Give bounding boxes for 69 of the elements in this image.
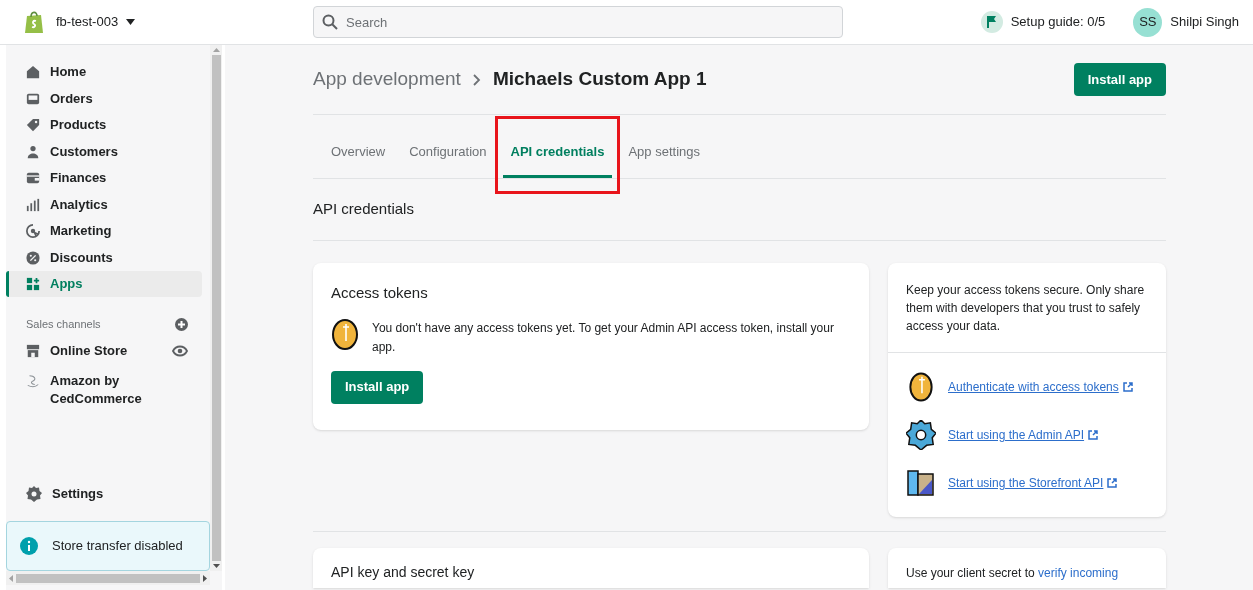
discount-icon	[26, 250, 40, 265]
sidebar-item[interactable]: Online Store	[6, 336, 146, 365]
sidebar-item[interactable]: Products	[6, 112, 202, 138]
add-icon[interactable]	[175, 318, 188, 331]
sidebar-item[interactable]: Settings	[6, 481, 210, 507]
swirl-icon	[26, 373, 40, 388]
search-field[interactable]: Search	[313, 6, 843, 38]
user-avatar[interactable]: SS	[1133, 7, 1163, 37]
card-message: You don't have any access tokens yet. To get your Admin API access token, install your app.	[372, 319, 835, 356]
vertical-scrollbar[interactable]	[210, 45, 222, 571]
store-name: fb-test-003	[56, 13, 119, 32]
tab[interactable]: Overview	[323, 128, 394, 178]
shopping-bag-logo-icon	[24, 10, 44, 34]
info-icon	[20, 537, 38, 555]
sidebar-item[interactable]: Marketing	[6, 218, 202, 244]
sidebar-item[interactable]: Customers	[6, 138, 202, 165]
tag-icon	[26, 118, 40, 132]
sidebar-item[interactable]: Home	[6, 59, 202, 85]
tab[interactable]: Configuration	[401, 128, 495, 178]
wallet-icon	[26, 171, 40, 185]
sidebar-item[interactable]: Apps	[6, 271, 202, 297]
external-link-icon	[1088, 430, 1099, 440]
gear-icon	[26, 486, 42, 502]
blueprint-icon	[907, 468, 935, 498]
flag-icon	[980, 11, 1003, 33]
horizontal-scrollbar[interactable]	[6, 571, 210, 585]
sidebar-item[interactable]: Finances	[6, 165, 202, 191]
sidebar-item[interactable]: Orders	[6, 85, 202, 112]
external-link-icon	[1107, 478, 1118, 488]
external-link[interactable]: Authenticate with access tokens	[948, 378, 1133, 396]
sidebar-item[interactable]: Discounts	[6, 244, 202, 271]
store-switcher[interactable]: fb-test-003	[56, 12, 136, 32]
apps-grid-icon	[26, 277, 40, 291]
inline-link[interactable]: verify incoming	[1038, 566, 1119, 580]
card-title: Access tokens	[331, 283, 429, 303]
scroll-down-arrow-icon[interactable]	[212, 561, 220, 571]
card-title: API key and secret key	[331, 564, 475, 580]
install-app-button[interactable]: Install app	[1073, 63, 1166, 96]
sidebar-item[interactable]: Analytics	[6, 191, 202, 218]
chevron-right-icon	[472, 73, 481, 86]
eye-icon[interactable]	[172, 344, 188, 357]
tab[interactable]: App settings	[620, 128, 708, 178]
bar-chart-icon	[26, 197, 40, 212]
card-text: Use your client secret to verify incoming	[906, 566, 1119, 580]
target-icon	[26, 224, 40, 238]
inbox-icon	[26, 91, 40, 106]
external-link-icon	[1122, 382, 1133, 392]
person-icon	[26, 144, 40, 159]
search-icon	[322, 14, 338, 30]
setup-guide-button[interactable]: Setup guide: 0/5	[980, 11, 1106, 33]
external-link[interactable]: Start using the Admin API	[948, 426, 1099, 444]
caret-down-icon	[126, 19, 136, 25]
section-title: API credentials	[313, 199, 414, 220]
coin-icon	[908, 372, 934, 402]
notice-text: Store transfer disabled	[52, 537, 183, 556]
gear-icon	[906, 420, 936, 450]
scroll-right-arrow-icon[interactable]	[200, 574, 210, 582]
sidebar-item[interactable]: Amazon by CedCommerce	[6, 366, 146, 413]
card-text: Keep your access tokens secure. Only share them with developers that you trust to safely access your data.	[888, 263, 1166, 353]
user-name[interactable]: Shilpi Singh	[1170, 12, 1239, 32]
section-heading: Sales channels	[26, 317, 101, 333]
install-app-button[interactable]: Install app	[331, 370, 424, 404]
home-icon	[26, 65, 40, 79]
breadcrumb-link[interactable]: App development	[313, 65, 461, 94]
storefront-icon	[26, 343, 40, 358]
tab[interactable]: API credentials	[502, 128, 613, 178]
page-title: Michaels Custom App 1	[492, 67, 707, 92]
coin-icon	[332, 318, 358, 350]
external-link[interactable]: Start using the Storefront API	[948, 474, 1118, 492]
